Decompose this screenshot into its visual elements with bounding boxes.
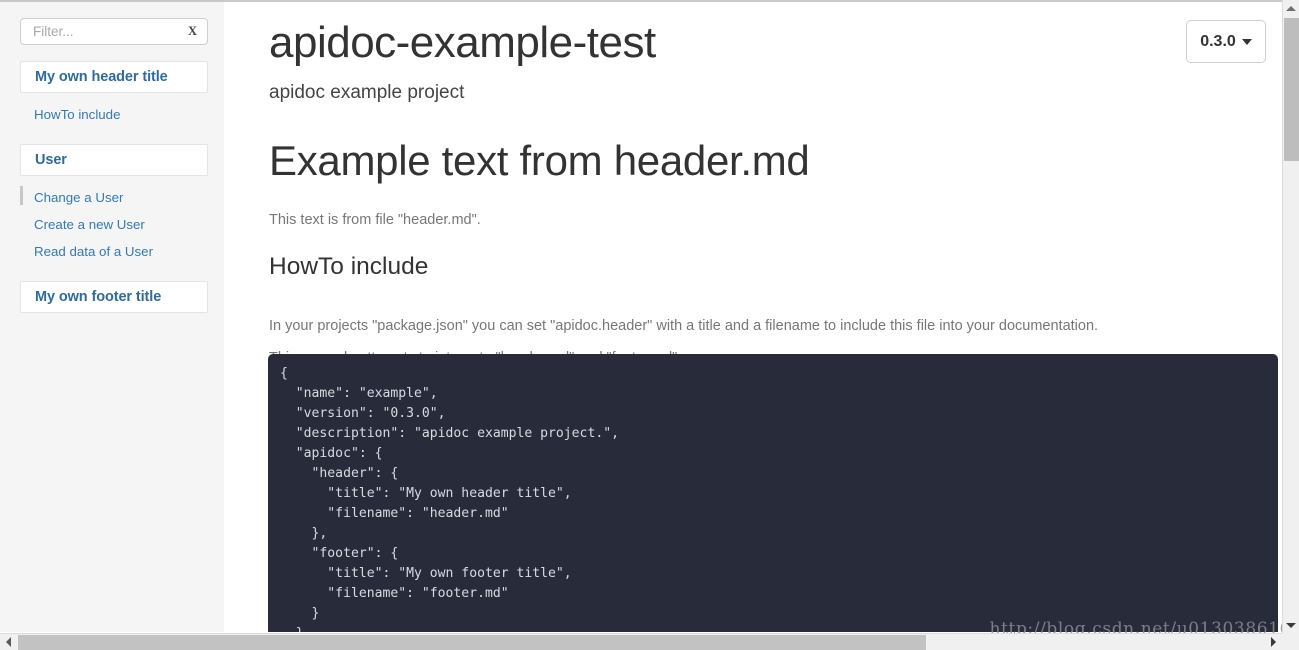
chevron-down-icon: [1241, 38, 1252, 45]
horizontal-scrollbar-thumb[interactable]: [18, 635, 926, 650]
vertical-scrollbar[interactable]: [1282, 0, 1299, 634]
sidebar-group-header-my-own-footer-title[interactable]: My own footer title: [20, 281, 208, 313]
sidebar-group-header-user[interactable]: User: [20, 144, 208, 176]
vertical-scrollbar-thumb[interactable]: [1284, 18, 1299, 161]
paragraph-header-md-note: This text is from file "header.md".: [269, 212, 481, 228]
code-block: { "name": "example", "version": "0.3.0",…: [268, 354, 1278, 632]
triangle-down-icon: [1286, 623, 1296, 628]
sidebar-item-change-a-user[interactable]: Change a User: [20, 184, 212, 211]
page-title: apidoc-example-test: [269, 18, 656, 67]
triangle-up-icon: [1286, 6, 1296, 11]
filter-field-wrapper: X: [20, 18, 208, 45]
code-block-content: { "name": "example", "version": "0.3.0",…: [280, 366, 619, 632]
sidebar-item-read-data-of-a-user[interactable]: Read data of a User: [20, 238, 212, 265]
main-content: 0.3.0 apidoc-example-test apidoc example…: [228, 2, 1282, 632]
version-dropdown-button[interactable]: 0.3.0: [1186, 20, 1266, 63]
sidebar-sublist-header-title: HowTo include: [12, 101, 212, 128]
sidebar-group-user: User Change a User Create a new User Rea…: [12, 144, 212, 265]
sidebar: X My own header title HowTo include User…: [0, 2, 224, 632]
filter-input[interactable]: [21, 19, 181, 44]
scroll-left-button[interactable]: [0, 634, 17, 650]
sidebar-group-footer-title: My own footer title: [12, 281, 212, 313]
sidebar-item-create-a-new-user[interactable]: Create a new User: [20, 211, 212, 238]
section-heading-howto-include: HowTo include: [269, 253, 429, 280]
triangle-right-icon: [1271, 637, 1276, 647]
clear-filter-icon[interactable]: X: [188, 23, 197, 39]
scroll-right-button[interactable]: [1265, 634, 1282, 650]
version-label: 0.3.0: [1200, 32, 1236, 50]
paragraph-package-json-info: In your projects "package.json" you can …: [269, 318, 1099, 334]
sidebar-group-header-title: My own header title HowTo include: [12, 61, 212, 128]
scrollbar-corner: [1282, 633, 1299, 650]
sidebar-group-header-my-own-header-title[interactable]: My own header title: [20, 61, 208, 93]
top-border: [0, 0, 1282, 2]
scroll-down-button[interactable]: [1283, 617, 1299, 634]
project-description: apidoc example project: [269, 82, 465, 103]
app-window: X My own header title HowTo include User…: [0, 0, 1299, 650]
section-heading-example-text: Example text from header.md: [269, 137, 810, 184]
horizontal-scrollbar[interactable]: [0, 633, 1299, 650]
sidebar-item-howto-include[interactable]: HowTo include: [20, 101, 212, 128]
sidebar-sublist-user: Change a User Create a new User Read dat…: [12, 184, 212, 265]
triangle-left-icon: [6, 637, 11, 647]
scroll-up-button[interactable]: [1283, 0, 1299, 17]
